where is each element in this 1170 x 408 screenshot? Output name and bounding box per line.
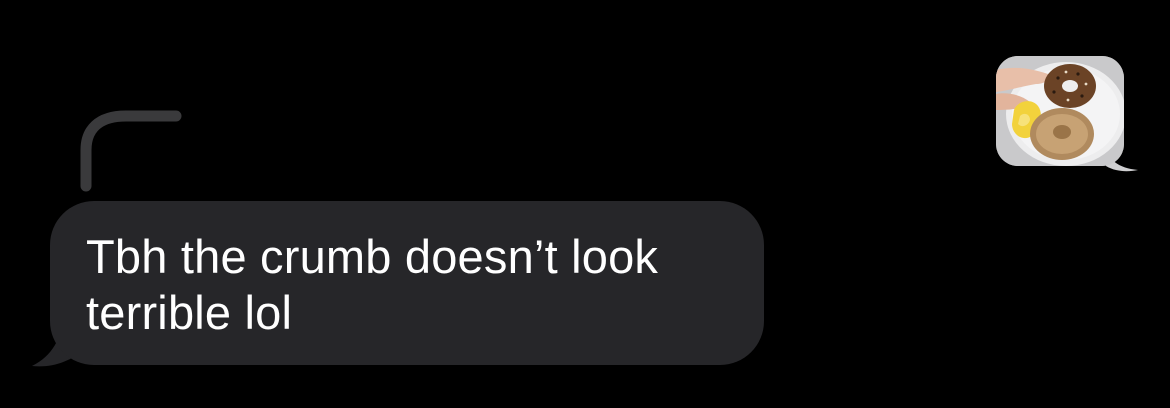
message-text: Tbh the crumb doesn’t look terrible lol: [86, 230, 659, 339]
reply-thread-line: [80, 110, 182, 192]
incoming-message-bubble[interactable]: Tbh the crumb doesn’t look terrible lol: [50, 201, 764, 365]
message-thread: Tbh the crumb doesn’t look terrible lol: [0, 0, 1170, 408]
photo-thumbnail[interactable]: [996, 56, 1124, 166]
photo-bagel-icon: [996, 56, 1124, 166]
sent-photo-message[interactable]: [996, 56, 1138, 172]
